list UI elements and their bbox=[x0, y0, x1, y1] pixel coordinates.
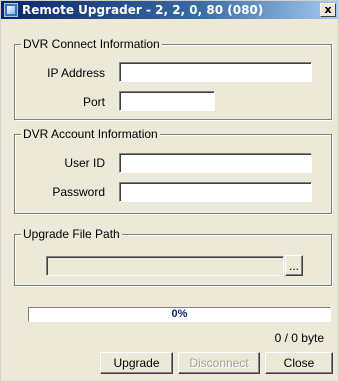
connect-info-title: DVR Connect Information bbox=[21, 37, 162, 51]
title-bar[interactable]: Remote Upgrader - 2, 2, 0, 80 (080) x bbox=[1, 1, 338, 19]
password-label: Password bbox=[52, 185, 105, 199]
user-id-label: User ID bbox=[64, 156, 105, 170]
disconnect-button[interactable]: Disconnect bbox=[178, 352, 260, 374]
bytes-transferred: 0 / 0 byte bbox=[274, 331, 324, 345]
ip-address-label: IP Address bbox=[47, 66, 105, 80]
file-path-input[interactable] bbox=[46, 256, 284, 276]
account-info-title: DVR Account Information bbox=[21, 127, 160, 141]
account-info-group: DVR Account Information bbox=[14, 127, 332, 214]
close-window-button[interactable]: x bbox=[320, 3, 336, 17]
port-label: Port bbox=[82, 95, 105, 109]
app-icon bbox=[4, 3, 18, 17]
window-title: Remote Upgrader - 2, 2, 0, 80 (080) bbox=[22, 3, 264, 17]
progress-percent: 0% bbox=[171, 308, 188, 320]
upgrade-button[interactable]: Upgrade bbox=[100, 352, 173, 374]
close-button[interactable]: Close bbox=[265, 352, 333, 374]
browse-button[interactable]: ... bbox=[285, 255, 303, 276]
remote-upgrader-window: Remote Upgrader - 2, 2, 0, 80 (080) x DV… bbox=[0, 0, 339, 382]
user-id-input[interactable] bbox=[119, 153, 312, 173]
ip-address-input[interactable] bbox=[119, 62, 312, 82]
port-input[interactable] bbox=[119, 91, 215, 111]
upgrade-file-title: Upgrade File Path bbox=[21, 227, 122, 241]
upgrade-progress-bar: 0% bbox=[28, 307, 331, 322]
password-input[interactable] bbox=[119, 182, 312, 202]
